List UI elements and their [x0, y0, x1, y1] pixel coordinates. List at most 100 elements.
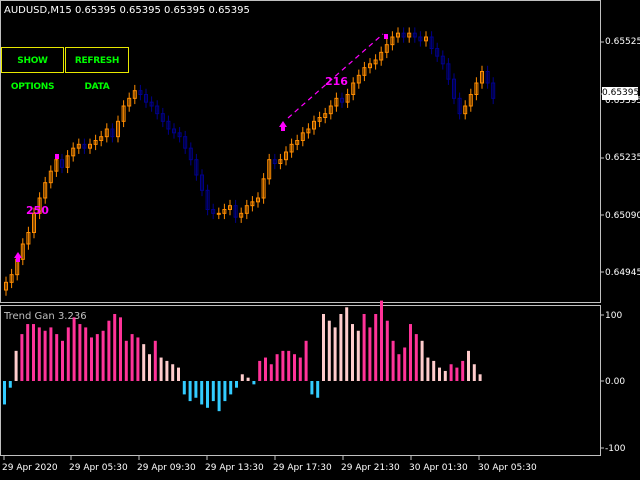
histogram-bar: [194, 381, 198, 398]
histogram-bar: [171, 364, 175, 381]
histogram-bar: [124, 340, 128, 381]
time-label: 29 Apr 21:30: [341, 463, 400, 473]
histogram-bar: [182, 381, 186, 395]
histogram-bar: [368, 327, 372, 381]
histogram-bar: [55, 334, 59, 381]
up-arrow-icon: [279, 121, 287, 131]
histogram-bar: [37, 327, 41, 381]
histogram-bar: [380, 300, 383, 381]
price-label: 0.65395: [605, 96, 640, 106]
histogram-bar: [235, 381, 238, 388]
histogram-bar: [426, 357, 430, 381]
histogram-bar: [20, 334, 24, 381]
histogram-bar: [66, 327, 70, 381]
histogram-bar: [142, 344, 146, 381]
histogram-bar: [397, 354, 401, 381]
histogram-bar: [217, 381, 221, 412]
axis-ticks-layer: [3, 41, 604, 460]
histogram-bar: [14, 350, 18, 381]
histogram-bar: [49, 327, 53, 381]
histogram-bar: [438, 367, 441, 381]
indicator-axis-label: 100: [605, 311, 623, 321]
histogram-bar: [200, 381, 204, 405]
candle-body: [216, 212, 221, 215]
histogram-bar: [101, 330, 105, 381]
histogram-bar: [90, 337, 93, 381]
time-label: 29 Apr 09:30: [137, 463, 196, 473]
histogram-bar: [61, 340, 64, 381]
histogram-bar: [409, 324, 412, 381]
histogram-bar: [287, 350, 291, 381]
histogram-bar: [107, 320, 111, 381]
time-label: 29 Apr 17:30: [273, 463, 332, 473]
histogram-bar: [281, 350, 285, 381]
histogram-bar: [403, 347, 407, 381]
histogram-bar: [211, 381, 215, 402]
histogram-bar: [113, 314, 117, 381]
histogram-bar: [478, 374, 482, 381]
histogram-bar: [153, 340, 157, 381]
histogram-bar: [264, 357, 267, 381]
histogram-bar: [43, 330, 47, 381]
histogram-bar: [229, 381, 233, 395]
histogram-bar: [351, 324, 354, 381]
histogram-bar: [374, 314, 378, 381]
histogram-bar: [327, 320, 331, 381]
histogram-bar: [252, 381, 256, 385]
histogram-bar: [188, 381, 192, 402]
histogram-bar: [449, 364, 453, 381]
histogram-bar: [95, 334, 99, 381]
time-label: 30 Apr 05:30: [478, 463, 537, 473]
histogram-bar: [26, 324, 30, 381]
histogram-bar: [455, 367, 459, 381]
histogram-bar: [130, 334, 134, 381]
high-count-annotation: 216: [325, 75, 348, 88]
show-options-button[interactable]: SHOW OPTIONS: [1, 47, 64, 92]
time-label: 29 Apr 2020: [2, 463, 58, 473]
histogram-bar: [72, 317, 76, 381]
histogram-bar: [414, 334, 418, 381]
refresh-data-button[interactable]: REFRESH DATA: [65, 47, 129, 92]
indicator-axis-label: 0.00: [605, 377, 626, 387]
histogram-bar: [298, 357, 302, 381]
histogram-bar: [443, 370, 447, 381]
histogram-bar: [84, 327, 88, 381]
indicator-title: Trend Gan 3.236: [4, 311, 87, 322]
histogram-bar: [420, 340, 424, 381]
histogram-bar: [322, 314, 325, 381]
histogram-bar: [223, 381, 227, 402]
histogram-bar: [32, 324, 35, 381]
histogram-bar: [356, 330, 360, 381]
histogram-bar: [269, 364, 273, 381]
time-label: 30 Apr 01:30: [409, 463, 468, 473]
histogram-bar: [246, 377, 250, 381]
histogram-bar: [391, 340, 395, 381]
histogram-bar: [159, 357, 163, 381]
histogram-bar: [310, 381, 314, 395]
histogram-bar: [136, 337, 140, 381]
histogram-bar: [339, 314, 343, 381]
histogram-bar: [362, 314, 366, 381]
histogram-bar: [165, 360, 169, 381]
signal-square: [384, 34, 388, 39]
histogram-bar: [206, 381, 209, 408]
histogram-bar: [177, 367, 180, 381]
histogram-bar: [78, 324, 82, 381]
signal-square: [55, 154, 59, 159]
histogram-bar: [432, 360, 436, 381]
histogram-bar: [467, 350, 470, 381]
histogram-bar: [461, 360, 465, 381]
histogram-bar: [8, 381, 12, 388]
histogram-bar: [304, 340, 308, 381]
price-label: 0.65090: [605, 211, 640, 221]
histogram-bar: [385, 320, 389, 381]
price-label: 0.65235: [605, 153, 640, 163]
histogram-bar: [148, 354, 151, 381]
histogram-bar: [293, 354, 296, 381]
low-count-annotation: 250: [26, 204, 49, 217]
chart-title: AUDUSD,M15 0.65395 0.65395 0.65395 0.653…: [4, 5, 250, 16]
price-label: 0.64945: [605, 268, 640, 278]
histogram-bar: [275, 354, 279, 381]
time-label: 29 Apr 05:30: [69, 463, 128, 473]
histogram-bar: [345, 307, 349, 381]
